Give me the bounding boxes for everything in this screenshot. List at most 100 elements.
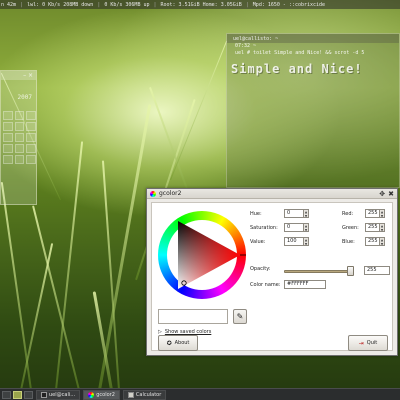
terminal-icon bbox=[41, 391, 47, 398]
taskbar: uel@cali… gcolor2 Calculator bbox=[0, 388, 400, 400]
hue-input[interactable]: 0 bbox=[284, 209, 304, 218]
calculator-key[interactable] bbox=[14, 122, 25, 131]
hue-label: Hue: bbox=[250, 210, 262, 217]
hue-spinner[interactable]: 0 ▲ ▼ bbox=[284, 209, 309, 218]
opacity-value-row: 255 bbox=[364, 266, 390, 275]
blue-spinner[interactable]: 255 ▲ ▼ bbox=[365, 237, 385, 246]
calculator-key[interactable] bbox=[26, 144, 36, 153]
opacity-slider[interactable] bbox=[284, 270, 352, 273]
calculator-window[interactable]: – × 2007 bbox=[0, 70, 37, 205]
quit-button[interactable]: ⇥ Quit bbox=[348, 335, 388, 351]
calculator-key[interactable] bbox=[3, 133, 13, 142]
task-calculator[interactable]: Calculator bbox=[122, 389, 167, 400]
task-label: uel@cali… bbox=[49, 391, 76, 398]
blue-row: Blue: 255 ▲ ▼ bbox=[342, 237, 385, 246]
about-label: About bbox=[174, 340, 190, 346]
calculator-key[interactable] bbox=[26, 133, 36, 142]
eyedropper-button[interactable]: ✎ bbox=[233, 309, 247, 324]
red-input[interactable]: 255 bbox=[365, 209, 380, 218]
status-network-up: 0 Kb/s 306MB up bbox=[104, 1, 150, 8]
status-disk: Root: 3.51GiB Home: 3.05GiB bbox=[160, 1, 242, 8]
workspace-3[interactable] bbox=[24, 390, 33, 399]
terminal-window[interactable]: uel@callisto: ~ 07:32 ~ uel # toilet Sim… bbox=[226, 33, 400, 188]
calculator-titlebar[interactable]: – × bbox=[1, 71, 36, 80]
exit-icon: ⇥ bbox=[358, 339, 364, 347]
status-uptime: n 42m bbox=[1, 1, 17, 8]
close-icon[interactable]: ✖ bbox=[388, 190, 394, 198]
task-terminal[interactable]: uel@cali… bbox=[36, 389, 81, 400]
task-label: gcolor2 bbox=[96, 391, 115, 398]
gcolor2-window[interactable]: gcolor2 ✥ ✖ ✎ ▷ Show saved colors Hue: 0… bbox=[146, 188, 398, 356]
spin-arrows-icon[interactable]: ▲ ▼ bbox=[380, 209, 385, 218]
status-network-down: lwl: 0 Kb/s 208MB down bbox=[27, 1, 94, 8]
calculator-key[interactable] bbox=[3, 122, 13, 131]
saturation-input[interactable]: 0 bbox=[284, 223, 304, 232]
value-row: Value: 100 ▲ ▼ bbox=[250, 237, 309, 246]
spin-arrows-icon[interactable]: ▲ ▼ bbox=[380, 237, 385, 246]
calculator-display: 2007 bbox=[17, 94, 32, 101]
workspace-2[interactable] bbox=[13, 390, 22, 399]
window-title: gcolor2 bbox=[159, 190, 182, 197]
blue-label: Blue: bbox=[342, 238, 355, 245]
green-spinner[interactable]: 255 ▲ ▼ bbox=[365, 223, 385, 232]
color-preview bbox=[158, 309, 228, 324]
opacity-input[interactable]: 255 bbox=[364, 266, 390, 275]
calculator-key[interactable] bbox=[14, 144, 25, 153]
calculator-keypad bbox=[3, 111, 36, 164]
value-spinner[interactable]: 100 ▲ ▼ bbox=[284, 237, 309, 246]
spin-arrows-icon[interactable]: ▲ ▼ bbox=[304, 223, 309, 232]
value-input[interactable]: 100 bbox=[284, 237, 304, 246]
opacity-row: Opacity: bbox=[250, 266, 284, 272]
saturation-spinner[interactable]: 0 ▲ ▼ bbox=[284, 223, 309, 232]
calculator-key[interactable] bbox=[3, 155, 13, 164]
calculator-key[interactable] bbox=[3, 144, 13, 153]
color-name-label: Color name: bbox=[250, 281, 281, 288]
maximize-icon[interactable]: ✥ bbox=[379, 190, 385, 198]
value-label: Value: bbox=[250, 238, 266, 245]
terminal-banner: Simple and Nice! bbox=[231, 62, 363, 76]
task-gcolor2[interactable]: gcolor2 bbox=[83, 389, 120, 400]
red-row: Red: 255 ▲ ▼ bbox=[342, 209, 385, 218]
calculator-key[interactable] bbox=[26, 111, 36, 120]
calculator-key[interactable] bbox=[14, 111, 25, 120]
terminal-title: uel@callisto: ~ bbox=[227, 34, 399, 43]
hue-row: Hue: 0 ▲ ▼ bbox=[250, 209, 309, 218]
color-name-row: Color name: #FFFFFF bbox=[250, 280, 326, 289]
status-bar: n 42m | lwl: 0 Kb/s 208MB down | 0 Kb/s 30… bbox=[0, 0, 400, 9]
spin-arrows-icon[interactable]: ▲ ▼ bbox=[304, 209, 309, 218]
calculator-key[interactable] bbox=[26, 155, 36, 164]
saturation-label: Saturation: bbox=[250, 224, 278, 231]
status-mpd: Mpd: 1650 - ::cobrixcide bbox=[252, 1, 326, 8]
workspace-1[interactable] bbox=[2, 390, 11, 399]
opacity-slider-handle[interactable] bbox=[347, 266, 354, 276]
spin-arrows-icon[interactable]: ▲ ▼ bbox=[380, 223, 385, 232]
terminal-prompt-line: 07:32 ~ bbox=[235, 43, 257, 49]
terminal-command-line: uel # toilet Simple and Nice! && scrot -… bbox=[235, 50, 365, 56]
task-label: Calculator bbox=[135, 391, 162, 398]
calculator-icon bbox=[127, 391, 134, 398]
color-wheel-icon bbox=[88, 391, 95, 398]
green-row: Green: 255 ▲ ▼ bbox=[342, 223, 385, 232]
about-button[interactable]: ✪ About bbox=[158, 335, 198, 351]
about-icon: ✪ bbox=[166, 339, 172, 347]
calculator-key[interactable] bbox=[14, 133, 25, 142]
gcolor2-content: ✎ ▷ Show saved colors Hue: 0 ▲ ▼ Saturati… bbox=[151, 202, 393, 351]
calculator-key[interactable] bbox=[14, 155, 25, 164]
eyedropper-icon: ✎ bbox=[236, 312, 244, 321]
calculator-key[interactable] bbox=[26, 122, 36, 131]
saturation-row: Saturation: 0 ▲ ▼ bbox=[250, 223, 309, 232]
blue-input[interactable]: 255 bbox=[365, 237, 380, 246]
hue-ring[interactable] bbox=[158, 211, 246, 299]
green-label: Green: bbox=[342, 224, 359, 231]
gcolor2-titlebar[interactable]: gcolor2 ✥ ✖ bbox=[147, 189, 397, 199]
saturation-value-triangle[interactable] bbox=[158, 211, 246, 299]
quit-label: Quit bbox=[366, 340, 378, 346]
opacity-label: Opacity: bbox=[250, 266, 271, 272]
red-label: Red: bbox=[342, 210, 354, 217]
calculator-key[interactable] bbox=[3, 111, 13, 120]
green-input[interactable]: 255 bbox=[365, 223, 380, 232]
spin-arrows-icon[interactable]: ▲ ▼ bbox=[304, 237, 309, 246]
color-name-input[interactable]: #FFFFFF bbox=[284, 280, 326, 289]
red-spinner[interactable]: 255 ▲ ▼ bbox=[365, 209, 385, 218]
color-wheel-icon bbox=[150, 190, 156, 197]
